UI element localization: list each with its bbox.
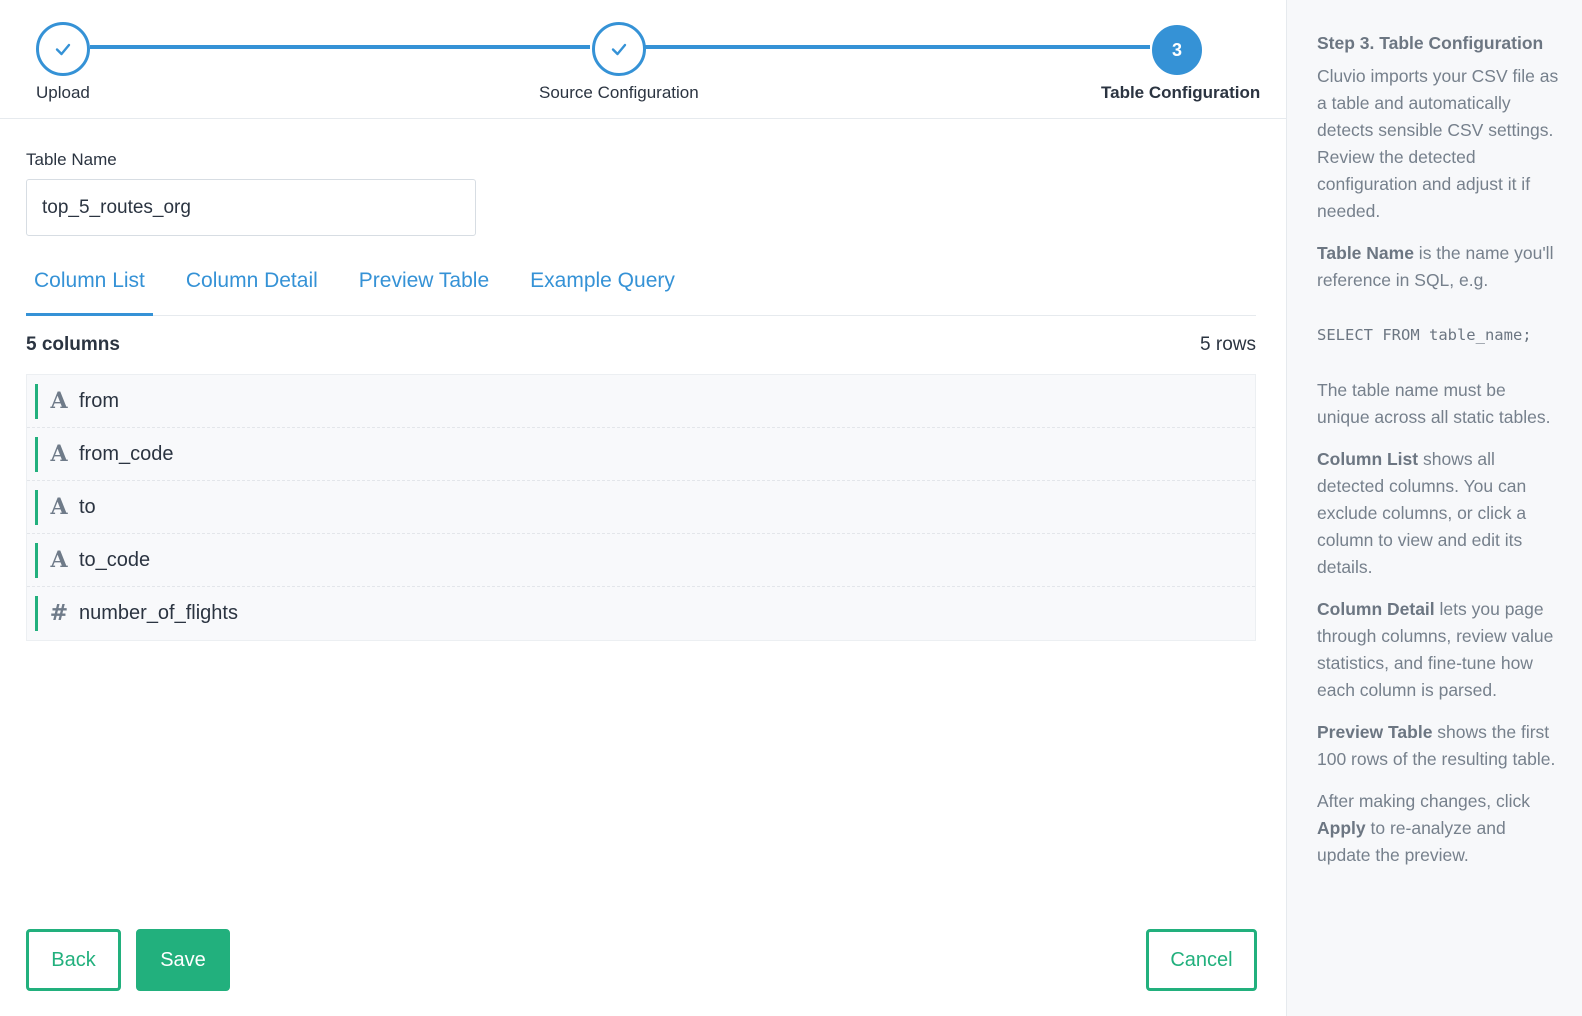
table-name-input[interactable] — [26, 179, 476, 236]
step-upload-circle[interactable] — [36, 22, 90, 76]
checkmark-icon — [611, 43, 627, 56]
step-source-configuration-circle[interactable] — [592, 22, 646, 76]
column-status-bar — [35, 490, 38, 525]
help-term: Preview Table — [1317, 722, 1433, 742]
list-item[interactable]: # number_of_flights — [27, 587, 1255, 640]
help-term: Apply — [1317, 818, 1366, 838]
main-panel: Upload Source Configuration 3 Table Conf… — [0, 0, 1286, 1016]
sql-example: SELECT FROM table_name; — [1317, 326, 1532, 344]
step-table-configuration-circle: 3 — [1152, 25, 1202, 75]
column-list: A from A from_code A to A to_code # numb… — [26, 374, 1256, 641]
column-status-bar — [35, 543, 38, 578]
tab-column-detail[interactable]: Column Detail — [178, 262, 326, 316]
text-type-icon: A — [50, 388, 68, 414]
cancel-button[interactable]: Cancel — [1146, 929, 1257, 991]
list-item[interactable]: A from — [27, 375, 1255, 428]
help-term: Column Detail — [1317, 599, 1435, 619]
column-name: to_code — [79, 548, 151, 571]
help-intro: Cluvio imports your CSV file as a table … — [1317, 66, 1559, 221]
config-tabs: Column List Column Detail Preview Table … — [26, 262, 1256, 316]
back-button[interactable]: Back — [26, 929, 121, 991]
checkmark-icon — [55, 43, 71, 56]
list-item[interactable]: A to_code — [27, 534, 1255, 587]
rows-count: 5 rows — [1200, 334, 1256, 355]
tab-example-query[interactable]: Example Query — [522, 262, 683, 316]
column-status-bar — [35, 596, 38, 631]
tab-preview-table[interactable]: Preview Table — [351, 262, 497, 316]
help-term: Table Name — [1317, 243, 1414, 263]
column-name: from — [79, 389, 119, 412]
tab-column-list[interactable]: Column List — [26, 262, 153, 316]
column-name: to — [79, 495, 96, 518]
table-name-label: Table Name — [26, 150, 117, 169]
help-unique: The table name must be unique across all… — [1317, 380, 1551, 427]
help-table-name: Table Name is the name you'll reference … — [1317, 243, 1554, 290]
help-column-detail: Column Detail lets you page through colu… — [1317, 599, 1554, 700]
help-panel: Step 3. Table Configuration Cluvio impor… — [1286, 0, 1582, 1016]
step-table-configuration-label: Table Configuration — [1101, 83, 1261, 102]
step-source-configuration-label: Source Configuration — [539, 83, 699, 102]
help-preview-table: Preview Table shows the first 100 rows o… — [1317, 722, 1556, 769]
text-type-icon: A — [50, 441, 68, 467]
list-item[interactable]: A from_code — [27, 428, 1255, 481]
step-upload-label: Upload — [36, 83, 90, 102]
save-button[interactable]: Save — [136, 929, 230, 991]
help-heading: Step 3. Table Configuration — [1317, 33, 1544, 53]
help-apply: After making changes, click Apply to re-… — [1317, 791, 1531, 865]
help-term: Column List — [1317, 449, 1419, 469]
wizard-stepper: Upload Source Configuration 3 Table Conf… — [0, 0, 1286, 119]
text-type-icon: A — [50, 494, 68, 520]
number-type-icon: # — [49, 601, 69, 626]
list-item[interactable]: A to — [27, 481, 1255, 534]
column-name: number_of_flights — [79, 602, 238, 624]
step-connector-2 — [645, 45, 1150, 49]
text-type-icon: A — [50, 547, 68, 573]
column-name: from_code — [79, 442, 174, 465]
step-connector-1 — [90, 45, 590, 49]
column-status-bar — [35, 384, 38, 419]
rows-count-wrap: 5 rows — [26, 334, 1256, 356]
column-status-bar — [35, 437, 38, 472]
help-column-list: Column List shows all detected columns. … — [1317, 449, 1527, 577]
